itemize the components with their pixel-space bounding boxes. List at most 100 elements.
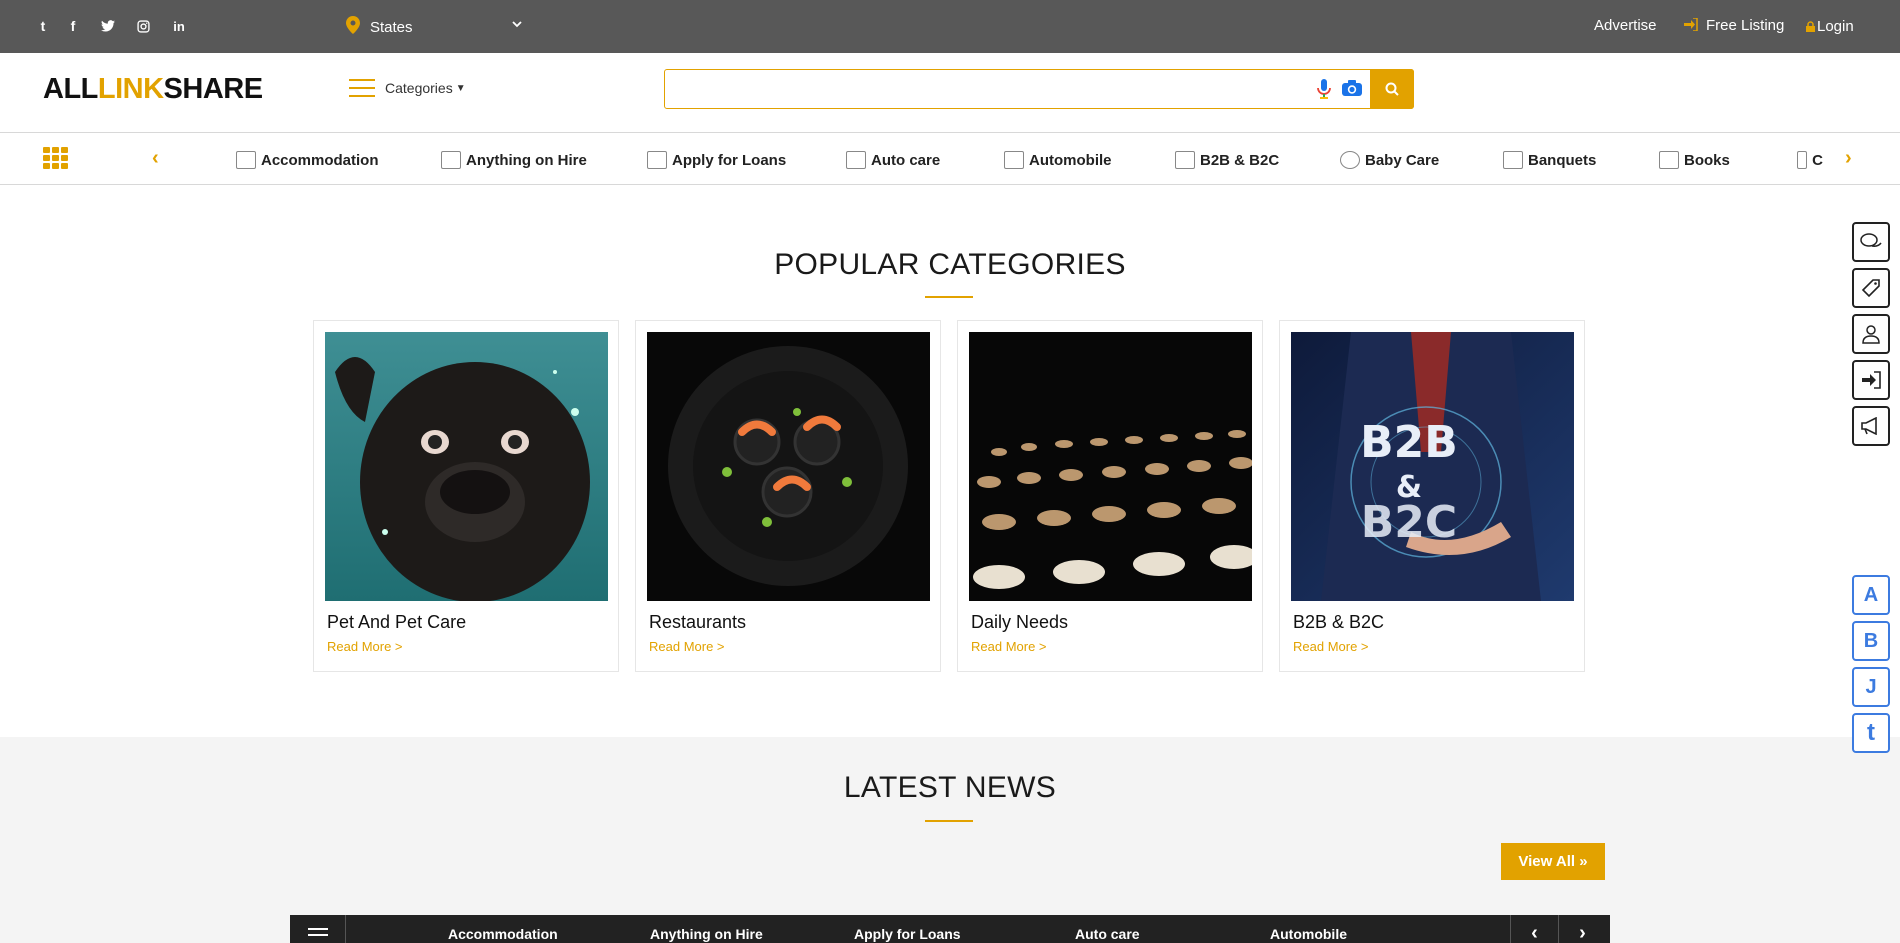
category-label: Apply for Loans — [672, 151, 787, 169]
category-label: Auto care — [871, 151, 941, 169]
categories-label: Categories — [385, 80, 453, 96]
restaurant-image — [647, 332, 930, 601]
linkedin-icon[interactable]: in — [170, 16, 188, 36]
briefcase-icon — [1175, 151, 1195, 169]
view-all-button[interactable]: View All » — [1501, 843, 1605, 880]
search-button[interactable] — [1370, 69, 1414, 109]
side-letter-j[interactable]: J — [1852, 667, 1890, 707]
chevron-down-icon — [512, 17, 522, 31]
category-label: Automobile — [1029, 151, 1112, 169]
search-icon — [1385, 82, 1399, 96]
category-label: C — [1812, 151, 1823, 169]
facebook-icon[interactable]: f — [66, 16, 80, 36]
user-button[interactable] — [1852, 314, 1890, 354]
sign-in-icon — [1684, 16, 1698, 34]
search-input[interactable] — [665, 70, 1305, 108]
category-baby-care[interactable]: Baby Care — [1340, 150, 1439, 170]
hire-icon — [441, 151, 461, 169]
category-label: B2B & B2C — [1200, 151, 1280, 169]
category-books[interactable]: Books — [1659, 150, 1730, 170]
side-letter-b[interactable]: B — [1852, 621, 1890, 661]
states-dropdown[interactable]: States — [346, 14, 526, 40]
news-prev-button[interactable]: ‹ — [1510, 915, 1558, 943]
category-icon — [1797, 151, 1808, 169]
chevron-left-icon[interactable]: ‹ — [152, 147, 159, 170]
logo-part-all: ALL — [43, 73, 98, 105]
daily-needs-image — [969, 332, 1252, 601]
news-tab-accommodation[interactable]: Accommodation — [448, 926, 558, 942]
category-card-daily-needs[interactable]: Daily Needs Read More > — [957, 320, 1263, 672]
card-title: Pet And Pet Care — [327, 612, 467, 632]
header: ALLLINKSHARE Categories ▼ — [0, 53, 1900, 133]
auto-care-icon — [846, 151, 866, 169]
microphone-icon[interactable] — [1316, 79, 1334, 99]
camera-icon[interactable] — [1341, 79, 1363, 99]
category-automobile[interactable]: Automobile — [1004, 150, 1112, 170]
book-icon — [1659, 151, 1679, 169]
login-label: Login — [1817, 18, 1854, 35]
side-letter-a[interactable]: A — [1852, 575, 1890, 615]
read-more-link[interactable]: Read More > — [971, 639, 1047, 654]
banquet-icon — [1503, 151, 1523, 169]
megaphone-button[interactable] — [1852, 406, 1890, 446]
chevron-right-icon[interactable]: › — [1845, 147, 1852, 170]
caret-down-icon: ▼ — [455, 82, 466, 94]
svg-text:B2B: B2B — [1360, 417, 1458, 468]
card-title: Daily Needs — [971, 612, 1069, 632]
hamburger-icon — [349, 79, 375, 97]
login-link[interactable]: Login — [1806, 18, 1854, 35]
category-anything-on-hire[interactable]: Anything on Hire — [441, 150, 587, 170]
read-more-link[interactable]: Read More > — [1293, 639, 1369, 654]
menu-icon[interactable] — [290, 915, 346, 943]
pet-image — [325, 332, 608, 601]
twitter-icon[interactable] — [99, 16, 117, 36]
free-listing-link[interactable]: Free Listing — [1684, 16, 1784, 34]
latest-news-title: LATEST NEWS — [843, 771, 1057, 804]
grid-menu-icon[interactable] — [43, 147, 69, 169]
sign-in-button[interactable] — [1852, 360, 1890, 400]
logo-part-link: LINK — [97, 73, 164, 105]
b2b-image: B2B & B2C — [1291, 332, 1574, 601]
map-pin-icon — [346, 15, 360, 39]
category-label: Banquets — [1528, 151, 1597, 169]
categories-toggle[interactable]: Categories ▼ — [349, 76, 466, 100]
category-apply-for-loans[interactable]: Apply for Loans — [647, 150, 786, 170]
category-b2b-b2c[interactable]: B2B & B2C — [1175, 150, 1279, 170]
category-card-restaurants[interactable]: Restaurants Read More > — [635, 320, 941, 672]
news-tab-automobile[interactable]: Automobile — [1270, 926, 1347, 942]
card-title: Restaurants — [649, 612, 747, 632]
svg-text:B2C: B2C — [1361, 497, 1457, 548]
title-underline — [925, 296, 973, 298]
category-accommodation[interactable]: Accommodation — [236, 150, 379, 170]
category-banquets[interactable]: Banquets — [1503, 150, 1596, 170]
category-auto-care[interactable]: Auto care — [846, 150, 940, 170]
category-label: Books — [1684, 151, 1730, 169]
news-next-button[interactable]: › — [1558, 915, 1606, 943]
category-card-pet[interactable]: Pet And Pet Care Read More > — [313, 320, 619, 672]
news-tab-bar: Accommodation Anything on Hire Apply for… — [290, 915, 1610, 943]
tag-button[interactable] — [1852, 268, 1890, 308]
category-label: Accommodation — [261, 151, 379, 169]
top-bar: t f in States Advertise Free Listing Log… — [0, 0, 1900, 53]
side-letter-tumblr[interactable]: t — [1852, 713, 1890, 753]
chat-button[interactable] — [1852, 222, 1890, 262]
states-label: States — [370, 18, 413, 36]
logo-part-share: SHARE — [163, 73, 264, 105]
tag-icon — [1861, 279, 1880, 298]
category-card-b2b[interactable]: B2B & B2C B2B & B2C Read More > — [1279, 320, 1585, 672]
category-nav: ‹ Accommodation Anything on Hire Apply f… — [0, 133, 1900, 185]
title-underline — [925, 820, 973, 822]
site-logo[interactable]: ALLLINKSHARE — [43, 73, 263, 106]
category-partial[interactable]: C — [1797, 150, 1823, 170]
lock-icon — [1806, 19, 1815, 35]
tumblr-icon[interactable]: t — [36, 16, 50, 36]
instagram-icon[interactable] — [134, 16, 152, 36]
loan-icon — [647, 151, 667, 169]
news-tab-auto-care[interactable]: Auto care — [1075, 926, 1140, 942]
user-icon — [1862, 325, 1880, 344]
read-more-link[interactable]: Read More > — [327, 639, 403, 654]
read-more-link[interactable]: Read More > — [649, 639, 725, 654]
advertise-link[interactable]: Advertise — [1594, 17, 1657, 34]
news-tab-apply-for-loans[interactable]: Apply for Loans — [854, 926, 961, 942]
news-tab-anything-on-hire[interactable]: Anything on Hire — [650, 926, 763, 942]
